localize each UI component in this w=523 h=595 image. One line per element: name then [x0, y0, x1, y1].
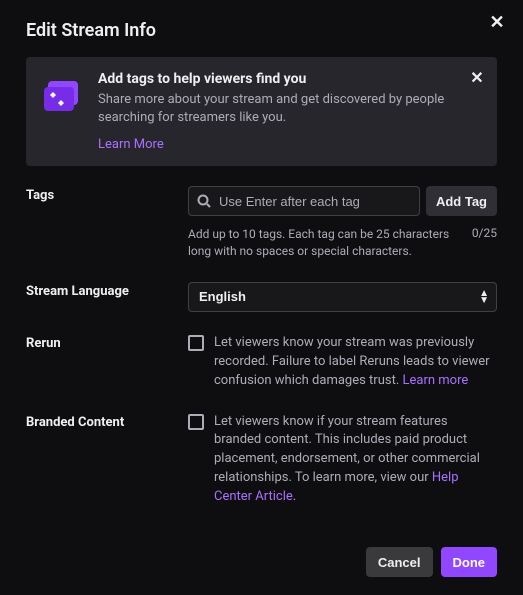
branded-label: Branded Content — [26, 413, 188, 507]
language-row: Stream Language English ▲▼ — [26, 282, 497, 312]
tags-input[interactable] — [188, 186, 420, 216]
tags-info-banner: ✕ Add tags to help viewers find you Shar… — [26, 57, 497, 166]
branded-checkbox[interactable] — [188, 414, 204, 430]
dialog-footer: Cancel Done — [26, 547, 497, 577]
rerun-checkbox[interactable] — [188, 335, 204, 351]
banner-close-button[interactable]: ✕ — [465, 65, 489, 89]
edit-stream-info-dialog: ✕ Edit Stream Info ✕ Add tags to help vi… — [0, 0, 523, 595]
language-select[interactable]: English — [188, 282, 497, 312]
add-tag-button[interactable]: Add Tag — [426, 186, 497, 216]
banner-learn-more-link[interactable]: Learn More — [98, 137, 164, 152]
language-label: Stream Language — [26, 282, 188, 312]
done-button[interactable]: Done — [441, 547, 498, 577]
dialog-close-button[interactable]: ✕ — [483, 8, 511, 36]
tags-row: Tags Add Tag Add up to 10 tags. Each tag… — [26, 186, 497, 260]
banner-description: Share more about your stream and get dis… — [98, 91, 463, 127]
dialog-title: Edit Stream Info — [26, 20, 497, 41]
rerun-row: Rerun Let viewers know your stream was p… — [26, 334, 497, 391]
rerun-learn-more-link[interactable]: Learn more — [403, 373, 469, 388]
tags-help-text: Add up to 10 tags. Each tag can be 25 ch… — [188, 226, 460, 260]
cancel-button[interactable]: Cancel — [366, 547, 433, 577]
close-icon: ✕ — [489, 12, 504, 33]
tags-label: Tags — [26, 186, 188, 260]
branded-description: Let viewers know if your stream features… — [214, 413, 497, 507]
close-icon: ✕ — [470, 68, 483, 87]
tags-counter: 0/25 — [472, 226, 497, 260]
rerun-description: Let viewers know your stream was previou… — [214, 334, 497, 391]
rerun-label: Rerun — [26, 334, 188, 391]
banner-title: Add tags to help viewers find you — [98, 71, 463, 87]
tags-icon — [40, 75, 84, 119]
branded-row: Branded Content Let viewers know if your… — [26, 413, 497, 507]
